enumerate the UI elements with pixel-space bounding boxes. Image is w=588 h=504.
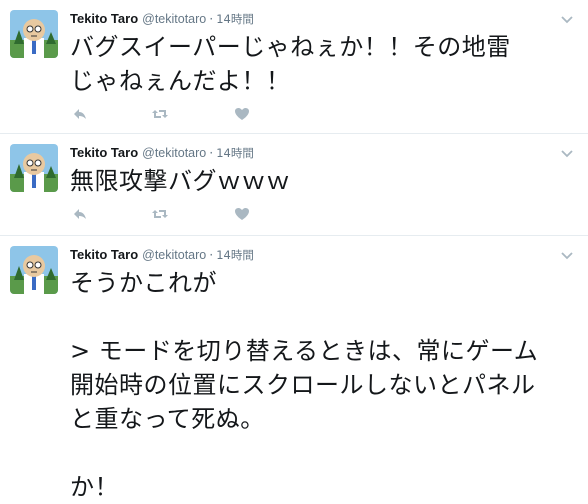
retweet-icon[interactable] <box>150 204 170 224</box>
tweet-timestamp[interactable]: 14時間 <box>216 146 254 160</box>
separator: · <box>209 145 214 160</box>
reply-icon[interactable] <box>70 204 90 224</box>
heart-icon[interactable] <box>232 104 252 124</box>
reply-icon[interactable] <box>70 104 90 124</box>
tweet-timestamp[interactable]: 14時間 <box>216 12 254 26</box>
avatar[interactable] <box>10 246 58 294</box>
heart-icon[interactable] <box>232 204 252 224</box>
separator: · <box>209 247 214 262</box>
user-handle[interactable]: @tekitotaro <box>142 248 206 262</box>
tweet[interactable]: Tekito Taro @tekitotaro · 14時間 無限攻撃バグｗｗｗ <box>0 134 588 236</box>
tweet-header: Tekito Taro @tekitotaro · 14時間 <box>70 246 254 264</box>
chevron-down-icon[interactable] <box>560 14 574 24</box>
avatar[interactable] <box>10 10 58 58</box>
tweet-text: バグスイーパーじゃねぇか！！その地雷 じゃねぇんだよ！！ <box>70 33 511 95</box>
user-fullname[interactable]: Tekito Taro <box>70 247 138 262</box>
user-fullname[interactable]: Tekito Taro <box>70 145 138 160</box>
tweet-text: 無限攻撃バグｗｗｗ <box>70 167 291 195</box>
tweet-text: そうかこれが > モードを切り替えるときは、常にゲーム 開始時の位置にスクロール… <box>70 269 539 501</box>
tweet-header: Tekito Taro @tekitotaro · 14時間 <box>70 144 254 162</box>
retweet-icon[interactable] <box>150 104 170 124</box>
user-handle[interactable]: @tekitotaro <box>142 12 206 26</box>
tweet-header: Tekito Taro @tekitotaro · 14時間 <box>70 10 254 28</box>
user-fullname[interactable]: Tekito Taro <box>70 11 138 26</box>
tweet[interactable]: Tekito Taro @tekitotaro · 14時間 バグスイーパーじゃねぇか… <box>0 0 588 134</box>
user-handle[interactable]: @tekitotaro <box>142 146 206 160</box>
chevron-down-icon[interactable] <box>560 250 574 260</box>
separator: · <box>209 11 214 26</box>
tweet-timestamp[interactable]: 14時間 <box>216 248 254 262</box>
tweet[interactable]: Tekito Taro @tekitotaro · 14時間 そうかこれが > モード… <box>0 236 588 501</box>
avatar[interactable] <box>10 144 58 192</box>
chevron-down-icon[interactable] <box>560 148 574 158</box>
